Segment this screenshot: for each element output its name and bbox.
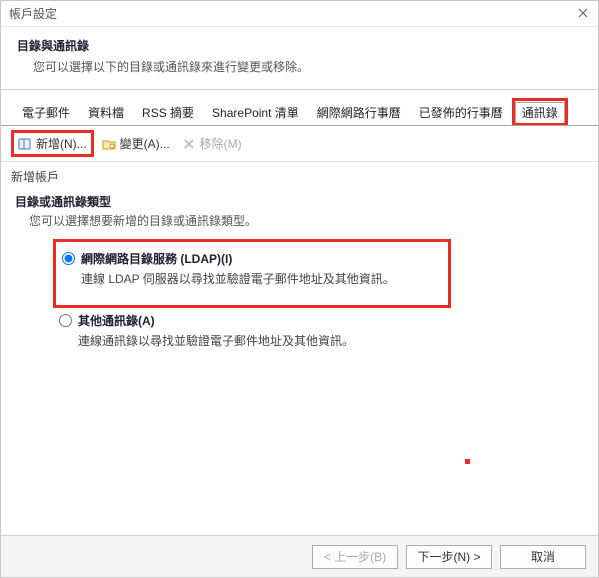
type-title: 目錄或通訊錄類型	[15, 193, 584, 210]
remove-button-label: 移除(M)	[200, 135, 242, 152]
highlight-ldap: 網際網路目錄服務 (LDAP)(I) 連線 LDAP 伺服器以尋找並驗證電子郵件…	[53, 239, 451, 308]
options-group: 網際網路目錄服務 (LDAP)(I) 連線 LDAP 伺服器以尋找並驗證電子郵件…	[59, 239, 584, 349]
book-icon	[18, 137, 32, 151]
new-button[interactable]: 新增(N)...	[14, 133, 91, 154]
toolbar: 新增(N)... 變更(A)... 移除(M)	[1, 126, 598, 162]
radio-other[interactable]	[59, 314, 72, 327]
section-heading: 新增帳戶	[11, 168, 584, 185]
next-button[interactable]: 下一步(N) >	[406, 545, 492, 569]
dialog-header: 目錄與通訊錄 您可以選擇以下的目錄或通訊錄來進行變更或移除。	[1, 27, 598, 90]
highlight-tab: 通訊錄	[512, 98, 568, 125]
option-ldap-desc: 連線 LDAP 伺服器以尋找並驗證電子郵件地址及其他資訊。	[81, 270, 438, 287]
back-button: < 上一步(B)	[312, 545, 398, 569]
remove-x-icon	[182, 137, 196, 151]
option-ldap-label: 網際網路目錄服務 (LDAP)(I)	[81, 250, 232, 267]
content-section: 新增帳戶 目錄或通訊錄類型 您可以選擇想要新增的目錄或通訊錄類型。 網際網路目錄…	[1, 162, 598, 361]
window-title: 帳戶設定	[9, 7, 57, 21]
highlight-new: 新增(N)...	[11, 130, 94, 157]
change-button-label: 變更(A)...	[120, 135, 170, 152]
close-icon[interactable]	[574, 5, 592, 23]
folder-gear-icon	[102, 137, 116, 151]
type-subtitle: 您可以選擇想要新增的目錄或通訊錄類型。	[29, 212, 584, 229]
header-title: 目錄與通訊錄	[17, 37, 584, 54]
title-bar: 帳戶設定	[1, 1, 598, 27]
option-other-desc: 連線通訊錄以尋找並驗證電子郵件地址及其他資訊。	[78, 332, 584, 349]
tab-email[interactable]: 電子郵件	[13, 100, 79, 125]
tab-strip: 電子郵件 資料檔 RSS 摘要 SharePoint 清單 網際網路行事曆 已發…	[1, 90, 598, 126]
header-subtitle: 您可以選擇以下的目錄或通訊錄來進行變更或移除。	[33, 58, 584, 75]
option-ldap[interactable]: 網際網路目錄服務 (LDAP)(I) 連線 LDAP 伺服器以尋找並驗證電子郵件…	[62, 250, 438, 287]
option-other[interactable]: 其他通訊錄(A) 連線通訊錄以尋找並驗證電子郵件地址及其他資訊。	[59, 312, 584, 349]
tab-datafiles[interactable]: 資料檔	[79, 100, 133, 125]
option-other-label: 其他通訊錄(A)	[78, 312, 155, 329]
footer: < 上一步(B) 下一步(N) > 取消	[1, 535, 598, 577]
new-button-label: 新增(N)...	[36, 135, 87, 152]
tab-address-book[interactable]: 通訊錄	[515, 102, 565, 123]
radio-ldap[interactable]	[62, 252, 75, 265]
tab-rss[interactable]: RSS 摘要	[133, 100, 203, 125]
remove-button: 移除(M)	[178, 133, 246, 154]
cancel-button[interactable]: 取消	[500, 545, 586, 569]
tab-sharepoint[interactable]: SharePoint 清單	[203, 100, 308, 125]
tab-published[interactable]: 已發佈的行事曆	[410, 100, 512, 125]
tab-calendars[interactable]: 網際網路行事曆	[308, 100, 410, 125]
stray-red-dot	[465, 459, 470, 464]
change-button[interactable]: 變更(A)...	[98, 133, 174, 154]
